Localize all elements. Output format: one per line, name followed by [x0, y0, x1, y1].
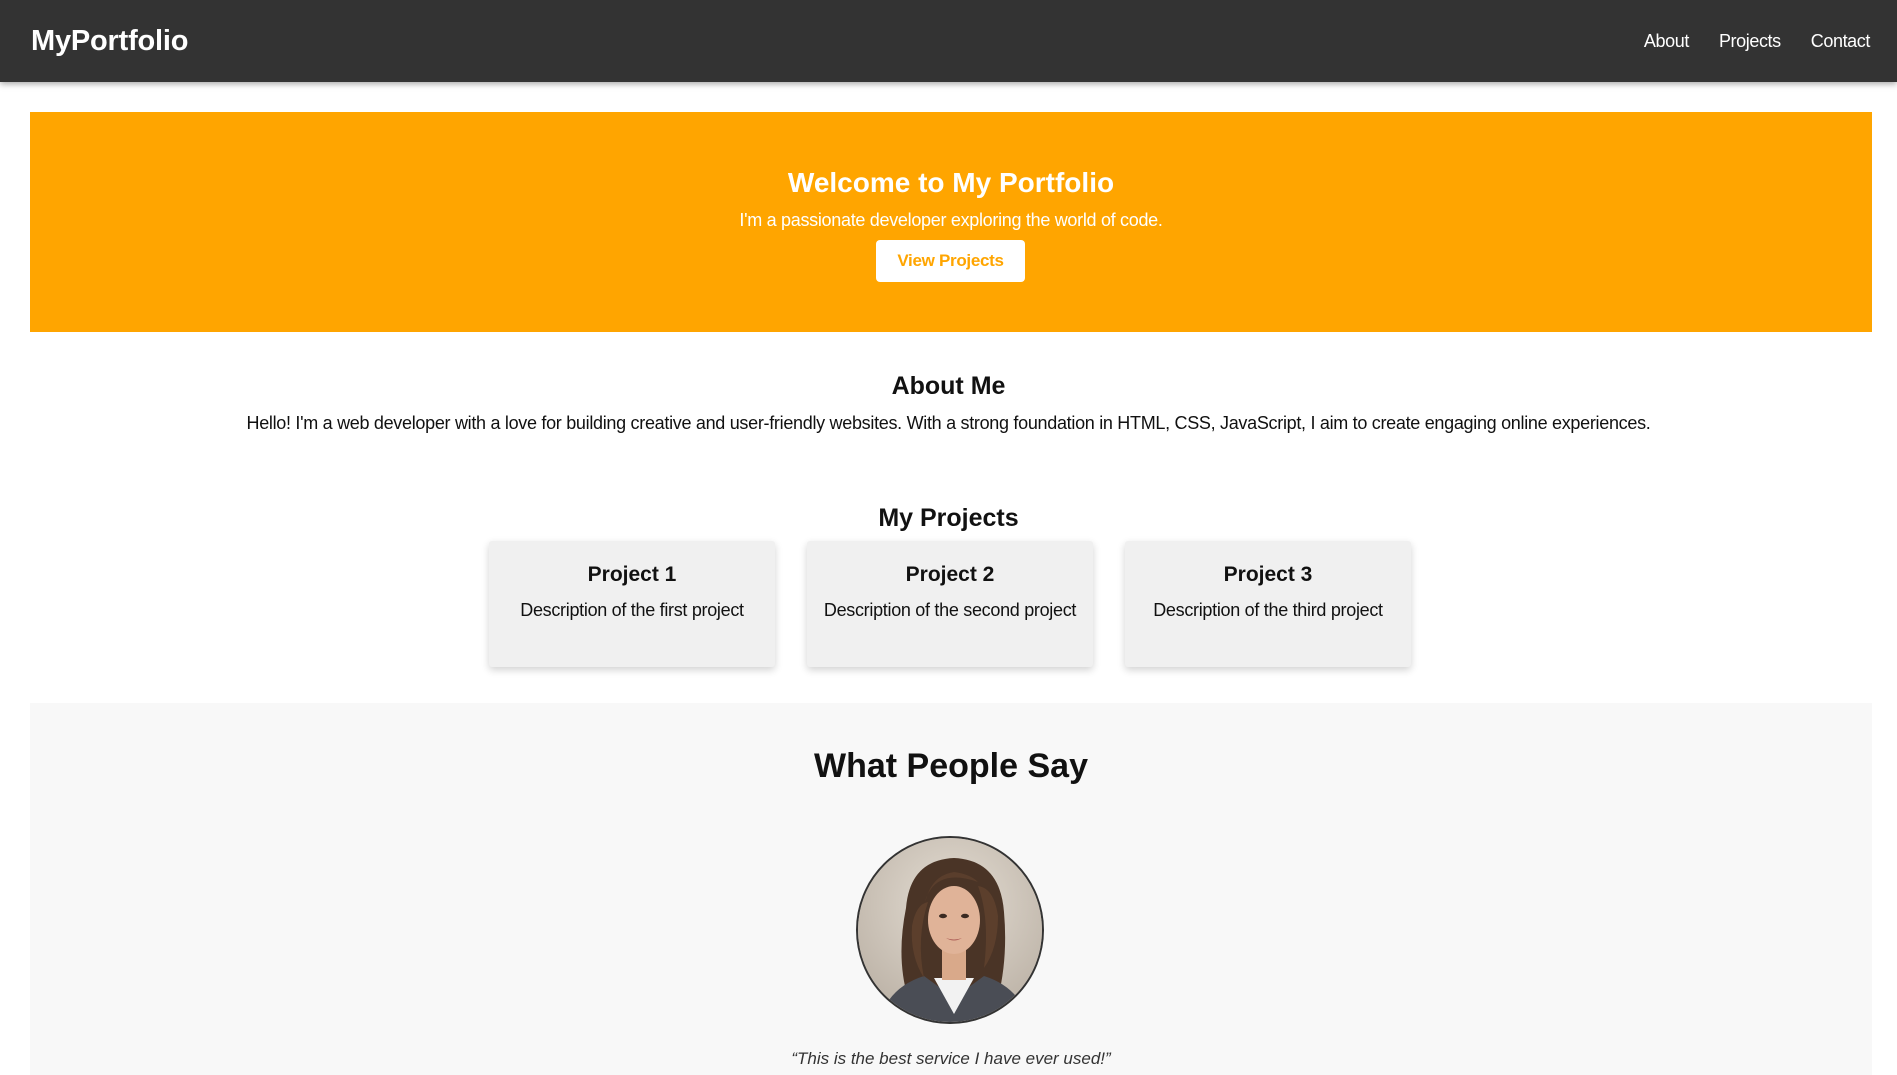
- nav-link-contact[interactable]: Contact: [1811, 31, 1871, 52]
- projects-title: My Projects: [878, 504, 1019, 532]
- hero-title: Welcome to My Portfolio: [787, 167, 1115, 198]
- project-title: Project 3: [1223, 563, 1313, 586]
- brand-logo[interactable]: MyPortfolio: [31, 25, 188, 58]
- navbar: MyPortfolio About Projects Contact: [0, 0, 1897, 82]
- testimonials-section: What People Say “This is the best servic…: [30, 703, 1872, 1075]
- project-card-1[interactable]: Project 1 Description of the first proje…: [489, 541, 775, 667]
- hero-banner: Welcome to My Portfolio I'm a passionate…: [30, 112, 1872, 332]
- about-section: About Me Hello! I'm a web developer with…: [0, 372, 1897, 434]
- project-title: Project 2: [905, 563, 995, 586]
- project-description: Description of the third project: [1153, 600, 1383, 620]
- project-card-3[interactable]: Project 3 Description of the third proje…: [1125, 541, 1411, 667]
- testimonial-avatar: [856, 836, 1044, 1024]
- projects-section: My Projects Project 1 Description of the…: [0, 504, 1897, 667]
- project-card-2[interactable]: Project 2 Description of the second proj…: [807, 541, 1093, 667]
- testimonials-title: What People Say: [814, 747, 1088, 785]
- about-title: About Me: [891, 372, 1006, 400]
- hero-subtitle: I'm a passionate developer exploring the…: [739, 210, 1163, 230]
- testimonial-quote: “This is the best service I have ever us…: [791, 1049, 1111, 1068]
- nav-link-about[interactable]: About: [1644, 31, 1689, 52]
- nav-links: About Projects Contact: [1644, 31, 1871, 52]
- project-cards: Project 1 Description of the first proje…: [489, 541, 1411, 667]
- about-text: Hello! I'm a web developer with a love f…: [246, 413, 1651, 433]
- project-title: Project 1: [587, 563, 677, 586]
- project-description: Description of the second project: [823, 600, 1077, 620]
- nav-link-projects[interactable]: Projects: [1719, 31, 1781, 52]
- project-description: Description of the first project: [520, 600, 744, 620]
- view-projects-button[interactable]: View Projects: [876, 240, 1025, 282]
- woman-portrait-icon: [858, 838, 1042, 1022]
